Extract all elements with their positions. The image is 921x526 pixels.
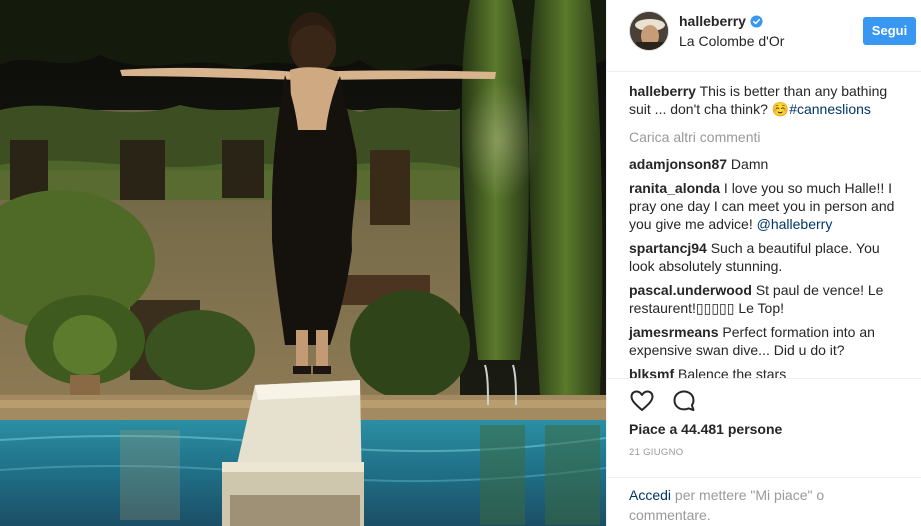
action-icons <box>629 388 697 414</box>
comment-mention[interactable]: @halleberry <box>757 216 833 232</box>
post-location[interactable]: La Colombe d'Or <box>679 33 784 49</box>
comment-username[interactable]: ranita_alonda <box>629 180 720 196</box>
heart-outline-icon[interactable] <box>629 388 655 414</box>
speech-bubble-icon[interactable] <box>671 388 697 414</box>
post-author[interactable]: halleberry <box>679 13 763 29</box>
post-date: 21 GIUGNO <box>629 447 684 458</box>
comment-username[interactable]: pascal.underwood <box>629 282 752 298</box>
post-caption: halleberry This is better than any bathi… <box>629 82 900 118</box>
comment-text: Balence the stars <box>678 366 787 378</box>
comment-item: adamjonson87 Damn <box>629 155 900 173</box>
verified-badge-icon <box>750 14 763 28</box>
login-link[interactable]: Accedi <box>629 487 671 503</box>
comment-item: spartancj94 Such a beautiful place. You … <box>629 239 900 275</box>
avatar[interactable] <box>629 11 669 51</box>
post-header: halleberry La Colombe d'Or Segui <box>607 0 921 72</box>
likes-count[interactable]: Piace a 44.481 persone <box>629 421 782 437</box>
comment-item: ranita_alonda I love you so much Halle!!… <box>629 179 900 233</box>
comment-item: jamesrmeans Perfect formation into an ex… <box>629 323 900 359</box>
load-more-comments-link[interactable]: Carica altri commenti <box>629 128 900 146</box>
caption-hashtag[interactable]: #canneslions <box>789 101 871 117</box>
comment-username[interactable]: adamjonson87 <box>629 156 727 172</box>
login-prompt: Accedi per mettere "Mi piace" o commenta… <box>607 477 921 525</box>
author-username[interactable]: halleberry <box>679 13 746 29</box>
caption-username[interactable]: halleberry <box>629 83 696 99</box>
post-actions: Piace a 44.481 persone 21 GIUGNO Accedi … <box>607 378 921 526</box>
post-image <box>0 0 606 526</box>
post-photo[interactable] <box>0 0 606 526</box>
comment-username[interactable]: blksmf <box>629 366 674 378</box>
comment-item: blksmf Balence the stars <box>629 365 900 378</box>
comment-text: Damn <box>730 156 769 172</box>
comment-username[interactable]: spartancj94 <box>629 240 707 256</box>
post-sidebar: halleberry La Colombe d'Or Segui hallebe… <box>606 0 921 526</box>
comments-list[interactable]: halleberry This is better than any bathi… <box>607 72 921 378</box>
comment-item: pascal.underwood St paul de vence! Le re… <box>629 281 900 317</box>
follow-button[interactable]: Segui <box>863 17 916 45</box>
comment-username[interactable]: jamesrmeans <box>629 324 719 340</box>
